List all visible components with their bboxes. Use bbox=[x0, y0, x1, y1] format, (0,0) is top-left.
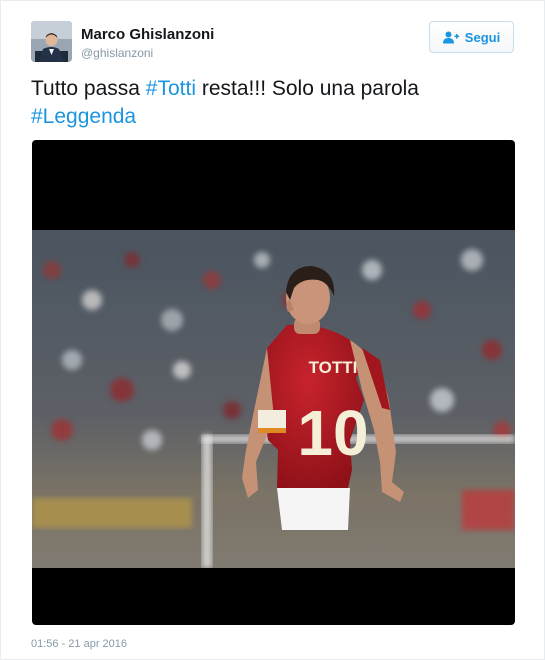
follow-button[interactable]: Segui bbox=[429, 21, 514, 53]
avatar[interactable] bbox=[31, 21, 72, 62]
jersey-number: 10 bbox=[297, 397, 368, 469]
add-user-icon bbox=[442, 31, 459, 44]
tweet-timestamp[interactable]: 01:56 - 21 apr 2016 bbox=[31, 638, 127, 650]
avatar-image bbox=[31, 21, 72, 62]
photo-image: TOTTI 10 bbox=[32, 230, 515, 568]
author-handle[interactable]: @ghislanzoni bbox=[81, 46, 153, 60]
tweet-text-part: resta!!! Solo una parola bbox=[196, 77, 419, 100]
tweet-text: Tutto passa #Totti resta!!! Solo una par… bbox=[31, 75, 521, 131]
author-name[interactable]: Marco Ghislanzoni bbox=[81, 26, 214, 43]
tweet-header: Marco Ghislanzoni @ghislanzoni Segui bbox=[31, 21, 514, 63]
hashtag-totti[interactable]: #Totti bbox=[146, 77, 196, 100]
tweet-text-part: Tutto passa bbox=[31, 77, 146, 100]
follow-button-label: Segui bbox=[464, 29, 501, 45]
tweet-photo[interactable]: TOTTI 10 bbox=[32, 230, 515, 568]
tweet-card: Marco Ghislanzoni @ghislanzoni Segui Tut… bbox=[0, 0, 545, 660]
tweet-media[interactable]: TOTTI 10 bbox=[32, 140, 515, 625]
jersey-name: TOTTI bbox=[309, 358, 358, 377]
hashtag-leggenda[interactable]: #Leggenda bbox=[31, 105, 136, 128]
